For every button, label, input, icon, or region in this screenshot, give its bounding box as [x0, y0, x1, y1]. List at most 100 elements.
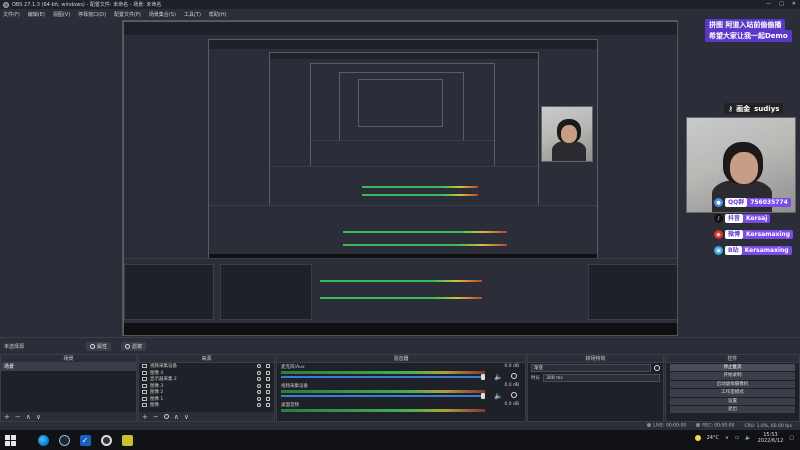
gear-icon[interactable]	[654, 365, 660, 371]
start-recording-button[interactable]: 开始录制	[670, 372, 795, 380]
transition-select[interactable]: 渐变	[531, 364, 651, 372]
volume-meter	[281, 409, 485, 412]
eye-icon[interactable]	[257, 396, 261, 401]
menu-tools[interactable]: 工具(T)	[184, 11, 201, 18]
source-label: 图像 4	[150, 370, 164, 376]
menu-file[interactable]: 文件(F)	[3, 11, 20, 18]
remove-scene-button[interactable]: −	[15, 413, 21, 421]
volume-icon[interactable]: 🔈	[745, 435, 751, 441]
no-source-label: 未选择源	[4, 343, 25, 350]
volume-slider[interactable]	[281, 395, 485, 397]
move-down-button[interactable]: ∨	[36, 413, 41, 421]
lock-icon[interactable]	[266, 364, 270, 369]
properties-button[interactable]: 属性	[86, 341, 112, 351]
clock[interactable]: 15:53 2022/6/12	[758, 432, 784, 444]
eye-icon[interactable]	[257, 377, 261, 382]
move-up-button[interactable]: ∧	[26, 413, 31, 421]
image-icon	[142, 370, 147, 375]
scene-item[interactable]: 场景	[1, 363, 136, 371]
mixer-channel: 桌面音频 0.0 dB	[277, 401, 525, 420]
eye-icon[interactable]	[257, 390, 261, 395]
menu-view[interactable]: 视图(V)	[53, 11, 70, 18]
nested-capture-5	[339, 72, 464, 142]
nested-meter-1a	[320, 280, 482, 282]
scenes-dock-footer: + − ∧ ∨	[1, 412, 136, 421]
volume-meter	[281, 390, 485, 393]
volume-slider[interactable]	[281, 376, 485, 378]
eye-icon[interactable]	[257, 364, 261, 369]
lock-icon[interactable]	[266, 377, 270, 382]
duration-input[interactable]: 300 ms	[543, 374, 660, 382]
menu-docks[interactable]: 停靠窗口(D)	[78, 11, 106, 18]
network-icon[interactable]: ▭	[735, 435, 740, 441]
taskbar-steam[interactable]	[58, 434, 70, 446]
lock-icon[interactable]	[266, 403, 270, 408]
slider-knob[interactable]	[481, 374, 485, 380]
chevron-up-icon[interactable]: ∧	[725, 435, 729, 441]
notification-icon[interactable]: ▢	[789, 435, 794, 441]
maximize-button[interactable]: □	[779, 1, 784, 7]
nested-capture-4	[310, 63, 495, 168]
start-button[interactable]	[4, 434, 16, 446]
taskbar-obs[interactable]	[100, 434, 112, 446]
menu-help[interactable]: 帮助(H)	[209, 11, 227, 18]
remove-source-button[interactable]: −	[153, 413, 159, 421]
move-up-button[interactable]: ∧	[174, 413, 179, 421]
minimize-button[interactable]: —	[766, 1, 771, 7]
eye-icon[interactable]	[257, 383, 261, 388]
eye-icon[interactable]	[257, 403, 261, 408]
move-down-button[interactable]: ∨	[184, 413, 189, 421]
eye-icon[interactable]	[257, 370, 261, 375]
image-icon	[142, 390, 147, 395]
preview-canvas[interactable]	[122, 20, 678, 336]
close-button[interactable]: ✕	[792, 1, 796, 7]
menu-scene-collection[interactable]: 场景集合(S)	[149, 11, 176, 18]
add-scene-button[interactable]: +	[4, 413, 10, 421]
douyin-icon: ♪	[714, 214, 723, 223]
menu-bar: 文件(F) 编辑(E) 视图(V) 停靠窗口(D) 配置文件(P) 场景集合(S…	[0, 9, 800, 19]
taskbar-notes[interactable]	[121, 434, 133, 446]
add-source-button[interactable]: +	[142, 413, 148, 421]
gear-icon[interactable]	[511, 392, 517, 398]
speaker-icon[interactable]: 🔈	[494, 392, 503, 400]
gear-icon	[90, 343, 96, 349]
gear-icon[interactable]	[163, 414, 169, 419]
taskbar: ✓ 24°C ∧ ▭ 🔈 15:53 2022/6/12 ▢	[0, 430, 800, 450]
source-item[interactable]: 图像	[139, 402, 274, 409]
live-dot-icon	[647, 423, 652, 428]
filters-button[interactable]: 滤镜	[121, 341, 147, 351]
nested-scenes-1	[124, 263, 214, 321]
overlay-banner-sub: 希望大家让我一起Demo	[705, 30, 792, 42]
menu-edit[interactable]: 编辑(E)	[28, 11, 45, 18]
lock-icon[interactable]	[266, 370, 270, 375]
controls-dock-title: 控件	[666, 355, 799, 363]
speaker-icon[interactable]: 🔈	[494, 373, 503, 381]
nested-capture-3	[269, 52, 539, 207]
weather-icon[interactable]	[694, 435, 701, 441]
gear-icon[interactable]	[511, 373, 517, 379]
temperature[interactable]: 24°C	[707, 435, 719, 441]
lock-icon[interactable]	[266, 396, 270, 401]
menu-profile[interactable]: 配置文件(P)	[114, 11, 141, 18]
tag-value: Kersaj	[743, 214, 771, 223]
obs-window: OBS 27.1.3 (64-bit, windows) - 配置文件: 未命名…	[0, 0, 800, 450]
nested-title-bar	[124, 22, 677, 35]
lock-icon[interactable]	[266, 390, 270, 395]
sources-dock-footer: + − ∧ ∨	[139, 412, 274, 421]
volume-meter	[281, 371, 485, 374]
transitions-dock-title: 转场特效	[528, 355, 663, 363]
slider-knob[interactable]	[481, 393, 485, 399]
taskbar-edge[interactable]	[37, 434, 49, 446]
studio-mode-button[interactable]: 工作室模式	[670, 389, 795, 397]
lock-icon[interactable]	[266, 383, 270, 388]
bilibili-icon: ▣	[714, 246, 723, 255]
taskbar-tasks[interactable]: ✓	[79, 434, 91, 446]
exit-button[interactable]: 退出	[670, 405, 795, 414]
preview-area[interactable]: 拼图 阿道入站前偷偷播 希望大家让我一起Demo ⚷ 画金 sudiys ● Q…	[0, 19, 800, 337]
nested-meter-2a	[343, 231, 507, 233]
stop-streaming-button[interactable]: 停止推流	[670, 364, 795, 372]
start-virtual-camera-button[interactable]: 启动虚拟摄像机	[670, 380, 795, 389]
tag-value: Kersamaxing	[743, 230, 794, 239]
settings-button[interactable]: 设置	[670, 397, 795, 405]
image-icon	[142, 383, 147, 388]
